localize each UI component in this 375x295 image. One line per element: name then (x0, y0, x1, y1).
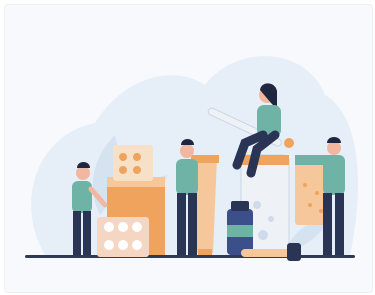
ground-line (25, 255, 355, 258)
blister-pack (97, 217, 149, 257)
pharmacy-illustration (25, 56, 358, 261)
medicine-bottle (227, 201, 253, 255)
illustration-frame (4, 4, 373, 293)
illustration-scene (0, 0, 375, 295)
